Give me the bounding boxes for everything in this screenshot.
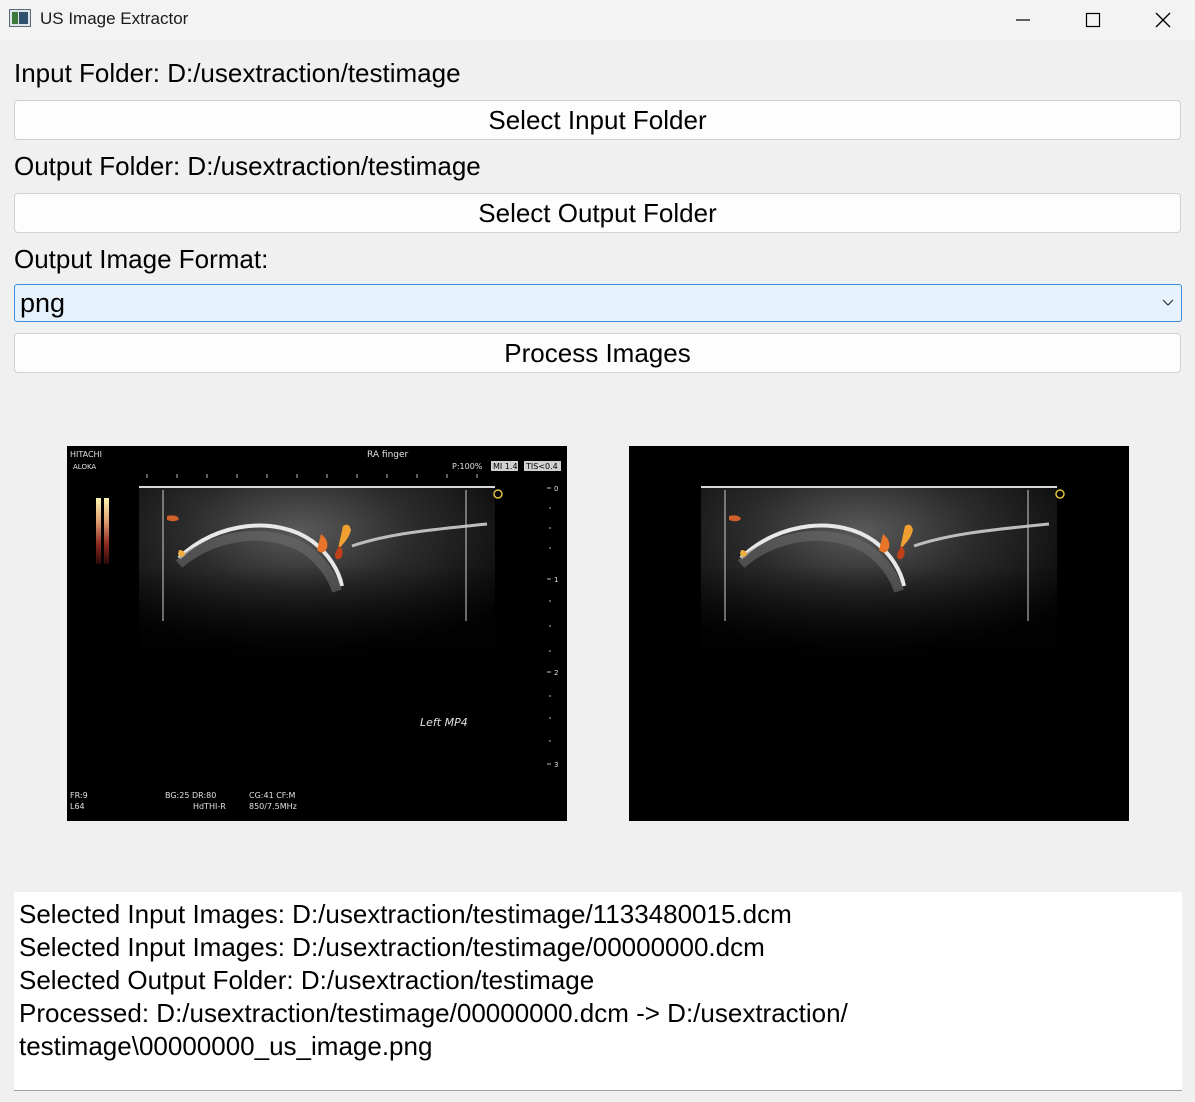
log-line: Selected Input Images: D:/usextraction/t… [19, 899, 792, 929]
extracted-image-preview [629, 446, 1129, 821]
select-output-folder-button[interactable]: Select Output Folder [14, 193, 1181, 233]
footer-right-2: 850/7.5MHz [249, 802, 297, 811]
log-line: Processed: D:/usextraction/testimage/000… [19, 998, 848, 1028]
chevron-down-icon [1162, 299, 1174, 306]
brand-line1: HITACHI [70, 450, 102, 459]
log-line: Selected Output Folder: D:/usextraction/… [19, 965, 595, 995]
minimize-icon [1016, 19, 1030, 21]
depth-1: 1 [554, 576, 558, 584]
brand-line2: ALOKA [73, 463, 96, 471]
original-ultrasound-image: HITACHI ALOKA RA finger P:100% MI 1.4 TI… [70, 450, 561, 811]
title-bar: US Image Extractor [0, 0, 1195, 40]
depth-0: 0 [554, 485, 558, 493]
log-line: testimage\00000000_us_image.png [19, 1031, 433, 1061]
close-button[interactable] [1128, 0, 1195, 40]
mi-label: MI 1.4 [493, 462, 518, 471]
tis-label: TIS<0.4 [525, 462, 558, 471]
annotation-label: Left MP4 [420, 716, 468, 729]
footer-mid-2: HdTHI-R [193, 802, 226, 811]
log-line: Selected Input Images: D:/usextraction/t… [19, 932, 765, 962]
input-folder-label: Input Folder: D:/usextraction/testimage [14, 58, 461, 88]
close-icon [1155, 12, 1171, 28]
footer-left-1: FR:9 [70, 791, 88, 800]
footer-mid-1: BG:25 DR:80 [165, 791, 216, 800]
footer-right-1: CG:41 CF:M [249, 791, 295, 800]
original-image-preview: HITACHI ALOKA RA finger P:100% MI 1.4 TI… [67, 446, 567, 821]
output-format-value: png [20, 288, 66, 318]
select-input-folder-button[interactable]: Select Input Folder [14, 100, 1181, 140]
output-folder-label: Output Folder: D:/usextraction/testimage [14, 151, 481, 181]
maximize-button[interactable] [1058, 0, 1128, 40]
maximize-icon [1085, 12, 1101, 28]
output-format-label: Output Image Format: [14, 244, 269, 274]
output-format-select[interactable]: png [14, 284, 1182, 322]
minimize-button[interactable] [988, 0, 1058, 40]
depth-3: 3 [554, 761, 558, 769]
extracted-ultrasound-image [701, 486, 1065, 666]
process-images-button[interactable]: Process Images [14, 333, 1181, 373]
app-icon [9, 9, 31, 27]
power-label: P:100% [452, 462, 483, 471]
study-label: RA finger [367, 450, 409, 460]
depth-2: 2 [554, 669, 558, 677]
window-title: US Image Extractor [40, 9, 189, 28]
log-output[interactable]: Selected Input Images: D:/usextraction/t… [14, 892, 1182, 1091]
footer-left-2: L64 [70, 802, 85, 811]
